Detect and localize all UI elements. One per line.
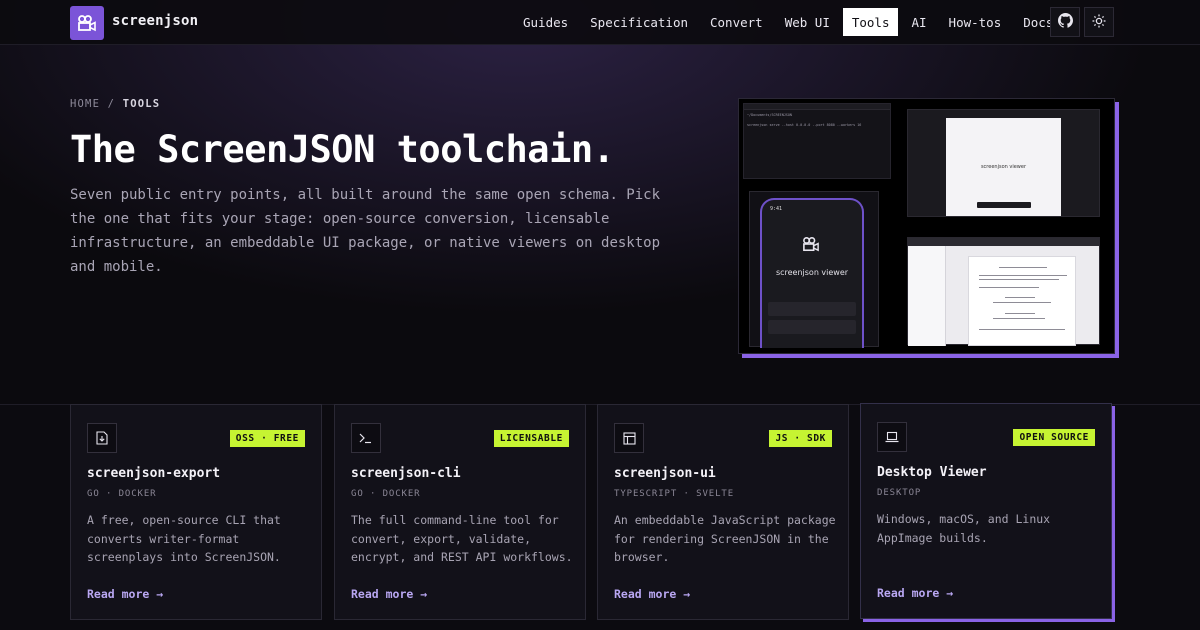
viewer-label: screenjson viewer bbox=[980, 164, 1027, 170]
terminal-line: ~/Documents/SCREENJSON bbox=[747, 113, 792, 117]
card-badge: LICENSABLE bbox=[493, 430, 569, 447]
terminal-line: screenjson serve --host 0.0.0.0 --port 8… bbox=[747, 123, 862, 127]
nav-link-convert[interactable]: Convert bbox=[701, 8, 772, 36]
product-screenshot-collage: ~/Documents/SCREENJSON screenjson serve … bbox=[738, 98, 1115, 354]
breadcrumb-separator: / bbox=[107, 98, 116, 110]
laptop-icon bbox=[877, 422, 907, 452]
tool-card-screenjson-export[interactable]: OSS · FREE screenjson-export GO · DOCKER… bbox=[70, 404, 322, 620]
logo-camera-icon[interactable] bbox=[70, 6, 104, 40]
file-export-icon bbox=[87, 423, 117, 453]
tool-card-screenjson-ui[interactable]: JS · SDK screenjson-ui TYPESCRIPT · SVEL… bbox=[597, 404, 849, 620]
card-title: screenjson-ui bbox=[614, 466, 716, 481]
card-subtitle: TYPESCRIPT · SVELTE bbox=[614, 489, 735, 499]
github-button[interactable] bbox=[1050, 7, 1080, 37]
nav-link-ai[interactable]: AI bbox=[902, 8, 935, 36]
terminal-icon bbox=[351, 423, 381, 453]
mobile-viewer-screenshot: 9:41 screenjson viewer bbox=[749, 191, 879, 348]
top-navbar: screenjson Guides Specification Convert … bbox=[0, 0, 1200, 45]
breadcrumb: HOME / TOOLS bbox=[70, 98, 160, 110]
read-more-link[interactable]: Read more → bbox=[87, 587, 163, 601]
read-more-link[interactable]: Read more → bbox=[351, 587, 427, 601]
read-more-link[interactable]: Read more → bbox=[614, 587, 690, 601]
card-description: An embeddable JavaScript package for ren… bbox=[614, 513, 836, 564]
tool-card-screenjson-cli[interactable]: LICENSABLE screenjson-cli GO · DOCKER Th… bbox=[334, 404, 586, 620]
theme-toggle-button[interactable] bbox=[1084, 7, 1114, 37]
read-more-link[interactable]: Read more → bbox=[877, 586, 953, 600]
card-badge: JS · SDK bbox=[769, 430, 832, 447]
card-subtitle: GO · DOCKER bbox=[351, 489, 421, 499]
desktop-viewer-screenshot: screenjson viewer bbox=[907, 109, 1100, 217]
card-subtitle: DESKTOP bbox=[877, 488, 922, 498]
nav-link-web-ui[interactable]: Web UI bbox=[776, 8, 839, 36]
card-title: screenjson-export bbox=[87, 466, 221, 481]
card-description: Windows, macOS, and Linux AppImage build… bbox=[877, 512, 1051, 545]
layout-icon bbox=[614, 423, 644, 453]
card-title: Desktop Viewer bbox=[877, 465, 987, 480]
phone-time: 9:41 bbox=[770, 206, 783, 212]
breadcrumb-home[interactable]: HOME bbox=[70, 98, 100, 110]
nav-link-tools[interactable]: Tools bbox=[842, 8, 899, 36]
brand-name[interactable]: screenjson bbox=[112, 13, 198, 29]
github-icon bbox=[1057, 12, 1073, 32]
card-badge: OSS · FREE bbox=[229, 430, 305, 447]
nav-link-guides[interactable]: Guides bbox=[514, 8, 577, 36]
card-title: screenjson-cli bbox=[351, 466, 461, 481]
page-title: The ScreenJSON toolchain. bbox=[70, 128, 615, 171]
card-badge: OPEN SOURCE bbox=[1013, 429, 1095, 446]
sun-icon bbox=[1092, 13, 1106, 32]
terminal-screenshot: ~/Documents/SCREENJSON screenjson serve … bbox=[743, 103, 891, 179]
page-description: Seven public entry points, all built aro… bbox=[70, 187, 661, 275]
tool-card-desktop-viewer[interactable]: OPEN SOURCE Desktop Viewer DESKTOP Windo… bbox=[860, 403, 1112, 619]
breadcrumb-current: TOOLS bbox=[122, 98, 161, 110]
nav-link-specification[interactable]: Specification bbox=[581, 8, 697, 36]
nav-link-how-tos[interactable]: How-tos bbox=[940, 8, 1011, 36]
web-editor-screenshot bbox=[907, 237, 1100, 346]
card-subtitle: GO · DOCKER bbox=[87, 489, 157, 499]
nav-links: Guides Specification Convert Web UI Tool… bbox=[514, 8, 1082, 36]
phone-label: screenjson viewer bbox=[775, 268, 849, 277]
card-description: The full command-line tool for convert, … bbox=[351, 513, 573, 564]
camera-icon bbox=[802, 236, 820, 256]
card-description: A free, open-source CLI that converts wr… bbox=[87, 513, 281, 564]
